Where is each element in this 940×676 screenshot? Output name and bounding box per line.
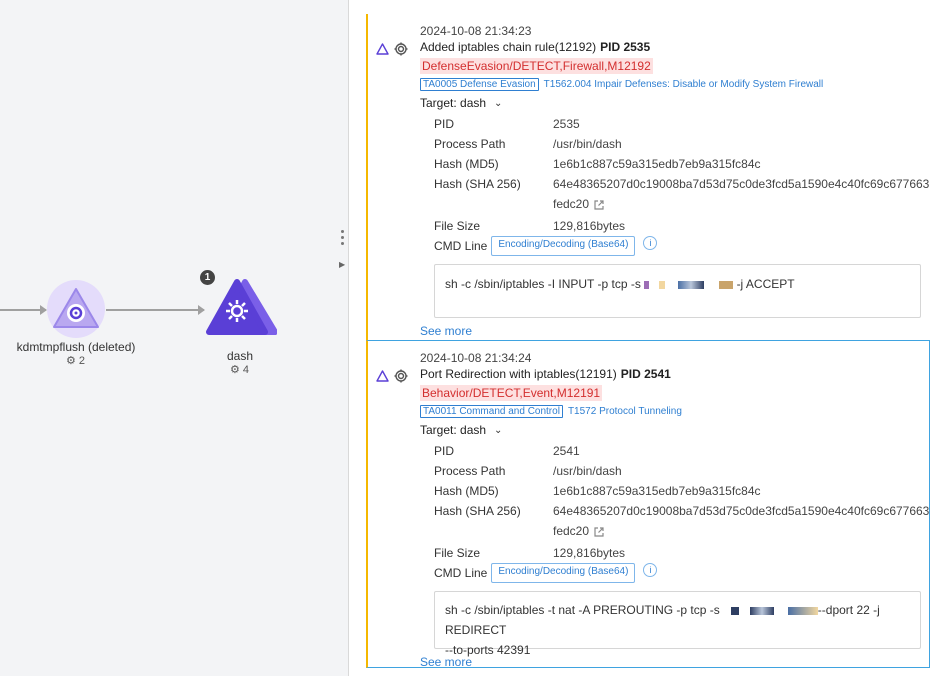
mitre-technique-link[interactable]: T1572 Protocol Tunneling — [568, 406, 682, 417]
event-timestamp: 2024-10-08 21:34:23 — [420, 24, 532, 38]
cmd-text: sh -c /sbin/iptables -t nat -A PREROUTIN… — [445, 603, 720, 617]
target-toggle[interactable]: Target: dash ⌄ — [420, 423, 919, 437]
node-count: ⚙ 2 — [66, 354, 85, 368]
field-key: Hash (SHA 256) — [434, 504, 521, 518]
gear-icon[interactable] — [394, 369, 408, 383]
process-details: PID 2535 Process Path/usr/bin/dash Hash (… — [434, 114, 929, 256]
info-icon[interactable]: i — [643, 563, 658, 577]
see-more-link[interactable]: See more — [420, 324, 472, 338]
node-label: kdmtmpflush (deleted) — [16, 340, 136, 354]
event-card-selected: 2024-10-08 21:34:24 Port Redirection wit… — [366, 340, 930, 669]
cmd-line-box: sh -c /sbin/iptables -I INPUT -p tcp -s … — [434, 264, 921, 318]
cmd-text: -j ACCEPT — [736, 277, 795, 291]
field-key: CMD Line — [434, 566, 488, 580]
encoding-chip[interactable]: Encoding/Decoding (Base64) — [491, 236, 636, 256]
event-timestamp: 2024-10-08 21:34:24 — [420, 351, 532, 365]
event-title: Port Redirection with iptables(12191) PID… — [420, 367, 671, 381]
encoding-chip[interactable]: Encoding/Decoding (Base64) — [491, 563, 636, 583]
field-value: /usr/bin/dash — [553, 464, 622, 478]
process-node-icon — [47, 280, 105, 338]
mitre-technique-link[interactable]: T1562.004 Impair Defenses: Disable or Mo… — [544, 79, 824, 90]
graph-node-dash[interactable] — [205, 278, 278, 338]
external-link-icon[interactable] — [593, 199, 605, 211]
chevron-down-icon: ⌄ — [494, 424, 503, 436]
field-key: Hash (MD5) — [434, 157, 499, 171]
target-toggle[interactable]: Target: dash ⌄ — [420, 96, 920, 110]
field-key: PID — [434, 117, 455, 131]
gear-icon: ⚙ — [66, 355, 76, 367]
event-card: 2024-10-08 21:34:23 Added iptables chain… — [366, 14, 930, 340]
graph-node-kdmtmpflush[interactable] — [45, 280, 107, 338]
process-graph[interactable]: kdmtmpflush (deleted) ⚙ 2 1 dash ⚙ 4 ▶ — [0, 0, 348, 676]
field-key: Process Path — [434, 464, 506, 478]
field-value: /usr/bin/dash — [553, 137, 622, 151]
gear-icon[interactable] — [394, 42, 408, 56]
see-more-link[interactable]: See more — [420, 655, 472, 669]
field-value: 1e6b1c887c59a315edb7eb9a315fc84c — [553, 484, 761, 498]
triangle-alert-icon[interactable] — [376, 43, 389, 55]
process-details: PID 2541 Process Path/usr/bin/dash Hash (… — [434, 441, 929, 583]
node-count: ⚙ 4 — [230, 363, 249, 377]
collapse-arrow-icon[interactable]: ▶ — [339, 260, 345, 269]
field-value: 64e48365207d0c19008ba7d53d75c0de3fcd5a15… — [553, 177, 930, 211]
field-key: CMD Line — [434, 239, 488, 253]
info-icon[interactable]: i — [643, 236, 658, 250]
mitre-tactic-link[interactable]: TA0011 Command and Control — [420, 405, 563, 418]
pane-resize-handle[interactable] — [340, 230, 346, 250]
field-key: Hash (MD5) — [434, 484, 499, 498]
mitre-tactic-link[interactable]: TA0005 Defense Evasion — [420, 78, 539, 91]
field-key: File Size — [434, 546, 481, 560]
external-link-icon[interactable] — [593, 526, 605, 538]
rule-tag: DefenseEvasion/DETECT,Firewall,M12192 — [420, 58, 653, 74]
event-list: 2024-10-08 21:34:23 Added iptables chain… — [366, 14, 930, 669]
field-value: 129,816bytes — [553, 219, 626, 233]
field-key: Process Path — [434, 137, 506, 151]
field-value: 2541 — [553, 444, 580, 458]
triangle-alert-icon[interactable] — [376, 370, 389, 382]
field-key: PID — [434, 444, 455, 458]
field-key: File Size — [434, 219, 481, 233]
cmd-text: sh -c /sbin/iptables -I INPUT -p tcp -s — [445, 277, 641, 291]
gear-icon: ⚙ — [230, 364, 240, 376]
chevron-down-icon: ⌄ — [494, 97, 503, 109]
event-pid: PID 2541 — [620, 367, 671, 381]
process-node-icon — [206, 279, 278, 335]
field-value: 64e48365207d0c19008ba7d53d75c0de3fcd5a15… — [553, 504, 930, 538]
node-label: dash — [226, 349, 254, 363]
field-key: Hash (SHA 256) — [434, 177, 521, 191]
rule-tag: Behavior/DETECT,Event,M12191 — [420, 385, 603, 401]
field-value: 1e6b1c887c59a315edb7eb9a315fc84c — [553, 157, 761, 171]
field-value: 129,816bytes — [553, 546, 626, 560]
graph-edge — [106, 305, 205, 315]
field-value: 2535 — [553, 117, 580, 131]
event-pid: PID 2535 — [600, 40, 651, 54]
pane-divider — [348, 0, 349, 676]
cmd-line-box: sh -c /sbin/iptables -t nat -A PREROUTIN… — [434, 591, 921, 657]
graph-edge-in — [0, 305, 47, 315]
event-title: Added iptables chain rule(12192) PID 2535 — [420, 40, 651, 54]
